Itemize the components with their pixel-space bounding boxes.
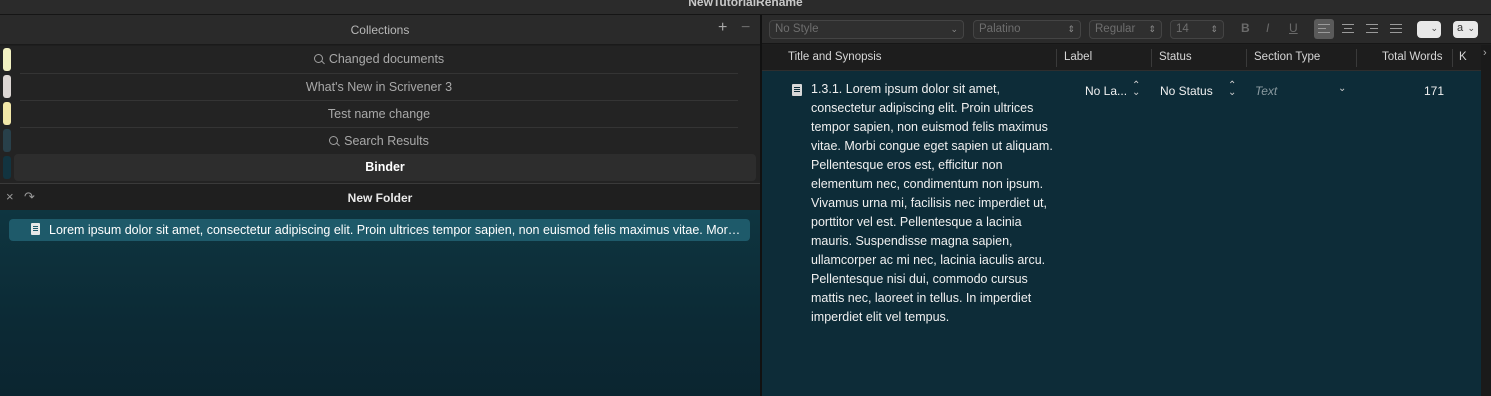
font-family-select[interactable]: Palatino ⇕ (973, 20, 1081, 39)
column-divider[interactable] (1452, 49, 1453, 67)
window-title: NewTutorialRename (688, 0, 803, 9)
right-pane: No Style ⌄ Palatino ⇕ Regular ⇕ 14 ⇕ B I U ⌄ (762, 15, 1491, 396)
align-center-button[interactable] (1338, 19, 1358, 39)
row-status[interactable]: No Status (1160, 84, 1213, 98)
collections-title: Collections (350, 23, 410, 37)
left-pane: Collections + − Changed documents What's… (0, 15, 760, 396)
remove-collection-button[interactable]: − (741, 19, 750, 37)
chevron-down-icon: ⌄ (950, 24, 958, 34)
row-label[interactable]: No La... (1085, 84, 1127, 98)
font-size-select[interactable]: 14 ⇕ (1170, 20, 1224, 39)
row-total-words: 171 (1423, 84, 1444, 98)
collections-list: Changed documents What's New in Scrivene… (0, 46, 760, 183)
chevron-right-icon[interactable]: › (1483, 47, 1487, 59)
up-down-icon[interactable]: ⌃ ⌄ (1132, 81, 1140, 98)
search-icon (313, 54, 323, 63)
collection-color-chip (3, 129, 11, 152)
row-title-synopsis[interactable]: 1.3.1. Lorem ipsum dolor sit amet, conse… (811, 80, 1056, 327)
paragraph-style-select[interactable]: No Style ⌄ (769, 20, 964, 39)
collection-label: Search Results (344, 134, 429, 148)
document-icon (31, 223, 40, 235)
add-collection-button[interactable]: + (718, 19, 727, 37)
highlight-color-button[interactable]: a ⌄ (1453, 21, 1478, 38)
bold-button[interactable]: B (1241, 21, 1250, 35)
align-justify-button[interactable] (1386, 19, 1406, 39)
column-divider[interactable] (1246, 49, 1247, 67)
collections-header: Collections + − (0, 15, 760, 45)
up-down-icon: ⇕ (1210, 24, 1218, 34)
align-left-button[interactable] (1314, 19, 1334, 39)
binder-list: Lorem ipsum dolor sit amet, consectetur … (0, 210, 760, 396)
column-divider[interactable] (1356, 49, 1357, 67)
chevron-down-icon: ⌄ (1467, 23, 1475, 33)
collection-item-whats-new[interactable]: What's New in Scrivener 3 (0, 73, 760, 100)
collection-item-test-name-change[interactable]: Test name change (0, 100, 760, 127)
paragraph-style-value: No Style (775, 23, 819, 35)
font-family-value: Palatino (979, 23, 1021, 35)
collection-item-binder[interactable]: Binder (0, 154, 760, 181)
vertical-scrollbar[interactable]: › (1481, 45, 1491, 396)
font-size-value: 14 (1176, 23, 1189, 35)
italic-button[interactable]: I (1266, 21, 1269, 35)
column-divider[interactable] (1151, 49, 1152, 67)
chevron-down-icon: ⌄ (1430, 23, 1438, 33)
up-down-icon: ⇕ (1148, 24, 1156, 34)
collection-label: Binder (365, 160, 405, 174)
search-icon (329, 136, 339, 145)
highlight-label: a (1457, 22, 1464, 34)
underline-button[interactable]: U (1289, 21, 1298, 35)
collection-color-chip (3, 102, 11, 125)
collection-color-chip (3, 156, 11, 179)
font-weight-value: Regular (1095, 23, 1136, 35)
column-total-words[interactable]: Total Words (1382, 51, 1443, 63)
collection-item-changed-documents[interactable]: Changed documents (0, 46, 760, 73)
font-weight-select[interactable]: Regular ⇕ (1089, 20, 1162, 39)
outliner-row[interactable]: 1.3.1. Lorem ipsum dolor sit amet, conse… (762, 71, 1481, 351)
column-label[interactable]: Label (1064, 51, 1092, 63)
document-icon (792, 84, 802, 96)
chevron-down-icon[interactable]: ⌄ (1338, 83, 1346, 94)
column-status[interactable]: Status (1159, 51, 1192, 63)
window-titlebar: NewTutorialRename (0, 0, 1491, 15)
collection-label: Test name change (327, 107, 431, 121)
collection-label: Changed documents (328, 52, 445, 66)
up-down-icon: ⇕ (1067, 24, 1075, 34)
collection-item-search-results[interactable]: Search Results (0, 127, 760, 154)
outliner-header: Title and Synopsis Label Status Section … (762, 45, 1481, 71)
collection-color-chip (3, 48, 11, 71)
binder-item[interactable]: Lorem ipsum dolor sit amet, consectetur … (9, 219, 750, 241)
column-section-type[interactable]: Section Type (1254, 51, 1320, 63)
collection-label: What's New in Scrivener 3 (305, 80, 453, 94)
binder-item-label: Lorem ipsum dolor sit amet, consectetur … (49, 223, 744, 237)
folder-title: New Folder (347, 191, 413, 205)
row-section-type[interactable]: Text (1255, 84, 1277, 98)
format-bar: No Style ⌄ Palatino ⇕ Regular ⇕ 14 ⇕ B I U ⌄ (762, 15, 1491, 44)
collection-color-chip (3, 75, 11, 98)
column-title-synopsis[interactable]: Title and Synopsis (788, 51, 882, 63)
folder-header: × ↷ New Folder (0, 183, 760, 210)
align-right-button[interactable] (1362, 19, 1382, 39)
text-color-swatch[interactable]: ⌄ (1417, 21, 1441, 38)
column-divider[interactable] (1056, 49, 1057, 67)
up-down-icon[interactable]: ⌃ ⌄ (1228, 81, 1236, 98)
column-extra[interactable]: K (1459, 51, 1467, 63)
outliner: Title and Synopsis Label Status Section … (762, 45, 1481, 396)
